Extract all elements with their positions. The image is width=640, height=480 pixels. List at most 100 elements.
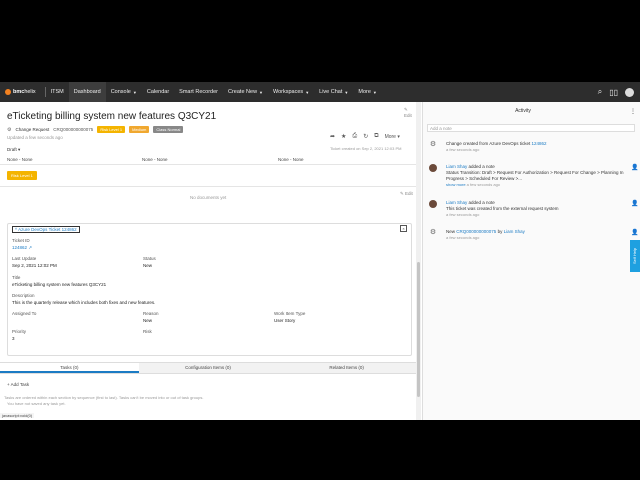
azure-ticket-link-label: Azure DevOps Ticket 124862 <box>18 227 77 232</box>
summary-cell: None - None <box>278 157 304 162</box>
print-icon[interactable]: ⎙ <box>352 133 357 140</box>
nav-workspaces[interactable]: Workspaces ▼ <box>268 82 314 102</box>
book-icon[interactable]: ▯▯ <box>609 88 618 97</box>
record-tabs: Tasks (0) Configuration Items (0) Relate… <box>0 362 416 374</box>
add-note-input[interactable]: Add a note <box>427 124 635 132</box>
change-request-icon: ⚙ <box>7 126 12 133</box>
tab-tasks[interactable]: Tasks (0) <box>0 363 139 373</box>
tasks-info-line: You have not saved any task yet. <box>7 401 66 406</box>
search-icon[interactable]: ⌕ <box>598 87 602 97</box>
app-window: bmc helix ITSM Dashboard Console ▼ Calenda… <box>0 82 640 420</box>
field-label: Ticket ID <box>12 238 30 243</box>
field-label: Title <box>12 275 21 280</box>
activity-time: a few seconds ago <box>446 212 480 217</box>
azure-devops-card: ^ Azure DevOps Ticket 124862 × Ticket ID… <box>7 223 412 356</box>
activity-change-icon: ⚙ <box>429 141 437 148</box>
activity-pane: Activity ⋮ Add a note ⚙ Change created f… <box>422 102 640 420</box>
field-label: Last Update <box>12 256 37 261</box>
field-label: Risk <box>143 329 152 334</box>
tab-related-items[interactable]: Related Items (0) <box>277 363 416 373</box>
ticket-type: Change Request <box>15 127 50 132</box>
no-documents-text: No documents yet <box>190 195 227 200</box>
field-value: New <box>143 318 153 323</box>
person-icon: 👤 <box>631 201 639 207</box>
card-header: ^ Azure DevOps Ticket 124862 × <box>12 224 407 233</box>
brand-logo[interactable]: bmc helix <box>5 89 36 95</box>
more-menu[interactable]: More ▾ <box>385 134 400 140</box>
close-icon[interactable]: × <box>400 225 407 232</box>
activity-action: added a note <box>467 164 495 169</box>
ticket-id: CRQ000000000075 <box>53 127 94 132</box>
show-more-link[interactable]: show more <box>446 182 466 187</box>
summary-cell: None - None <box>142 157 168 162</box>
share-icon[interactable]: ➦ <box>330 133 335 140</box>
nav-calendar[interactable]: Calendar <box>142 82 174 102</box>
activity-body: New CRQ000000000075 by Liam Shay a few s… <box>446 229 626 241</box>
external-link-icon: ↗ <box>28 245 33 250</box>
person-icon: 👤 <box>631 230 639 236</box>
nav-smart-recorder[interactable]: Smart Recorder <box>174 82 223 102</box>
activity-title: Activity <box>515 108 531 114</box>
self-help-tab[interactable]: Self Help <box>630 240 640 272</box>
edit-label: Edit <box>404 113 412 118</box>
chevron-down-icon: ▼ <box>372 89 377 95</box>
plus-icon: + <box>7 382 10 387</box>
add-task-button[interactable]: + Add Task <box>7 382 29 387</box>
record-toolbar: ➦ ★ ⎙ ↻ ⧉ More ▾ <box>330 133 400 140</box>
field-label: Work Item Type <box>274 311 306 316</box>
divider <box>0 186 416 187</box>
nav-create-new[interactable]: Create New ▼ <box>223 82 268 102</box>
chevron-down-icon: ▾ <box>397 133 400 140</box>
browser-status-text: javascript:void(0) <box>0 413 35 418</box>
class-badge: Class Normal <box>153 126 184 133</box>
product-name: ITSM <box>50 89 64 95</box>
chevron-up-icon: ^ <box>15 227 18 232</box>
activity-link[interactable]: 124862 <box>532 141 547 146</box>
nav-console[interactable]: Console ▼ <box>106 82 142 102</box>
tab-configuration-items[interactable]: Configuration Items (0) <box>139 363 278 373</box>
star-icon[interactable]: ★ <box>341 133 346 140</box>
activity-link[interactable]: CRQ000000000075 <box>456 229 496 234</box>
activity-author[interactable]: Liam Shay <box>504 229 525 234</box>
nav-more[interactable]: More ▼ <box>353 82 382 102</box>
field-value: 3 <box>12 336 15 341</box>
field-label: Assigned To <box>12 311 37 316</box>
brand-name: bmc <box>13 89 25 95</box>
avatar[interactable] <box>625 87 634 97</box>
ticket-id-link[interactable]: 124862 ↗ <box>12 245 32 251</box>
page-title: eTicketing billing system new features Q… <box>7 111 217 122</box>
nav-dashboard[interactable]: Dashboard <box>68 82 106 102</box>
record-pane: eTicketing billing system new features Q… <box>0 102 416 420</box>
risk-level-button[interactable]: Risk Level 1 <box>7 171 37 180</box>
field-label: Status <box>143 256 156 261</box>
activity-author[interactable]: Liam Shay <box>446 200 467 205</box>
activity-by: by <box>496 229 504 234</box>
summary-cell: None - None <box>7 157 33 162</box>
activity-author[interactable]: Liam Shay <box>446 164 467 169</box>
azure-ticket-link[interactable]: ^ Azure DevOps Ticket 124862 <box>12 226 80 233</box>
pencil-icon: ✎ <box>400 191 404 196</box>
chevron-down-icon: ▼ <box>259 89 264 95</box>
ticket-created: Ticket created on Sep 2, 2021 12:03 PM <box>330 146 402 151</box>
status-value: Draft <box>7 147 17 152</box>
chevron-down-icon: ▼ <box>344 89 349 95</box>
pencil-icon: ✎ <box>404 107 408 112</box>
nav-live-chat[interactable]: Live Chat ▼ <box>314 82 353 102</box>
field-reason: Reason New <box>143 311 159 323</box>
field-description: Description This is the quarterly releas… <box>12 293 155 305</box>
nav-live-chat-label: Live Chat <box>319 89 343 95</box>
field-assigned-to: Assigned To <box>12 311 36 316</box>
field-value: This is the quarterly release which incl… <box>12 300 156 305</box>
refresh-icon[interactable]: ↻ <box>363 133 368 140</box>
edit-title-button[interactable]: ✎ Edit <box>404 107 416 118</box>
kebab-menu-icon[interactable]: ⋮ <box>630 108 636 115</box>
chevron-down-icon: ▼ <box>132 89 137 95</box>
copy-icon[interactable]: ⧉ <box>374 133 378 140</box>
status-dropdown[interactable]: Draft ▾ <box>7 147 20 153</box>
activity-text: Change created from Azure DevOps ticket <box>446 141 532 146</box>
scrollbar-thumb[interactable] <box>417 262 420 397</box>
risk-badge: Risk Level 1 <box>97 126 126 133</box>
avatar <box>429 164 437 172</box>
edit-docs-button[interactable]: ✎ Edit <box>400 191 413 197</box>
activity-time: a few seconds ago <box>465 182 501 187</box>
